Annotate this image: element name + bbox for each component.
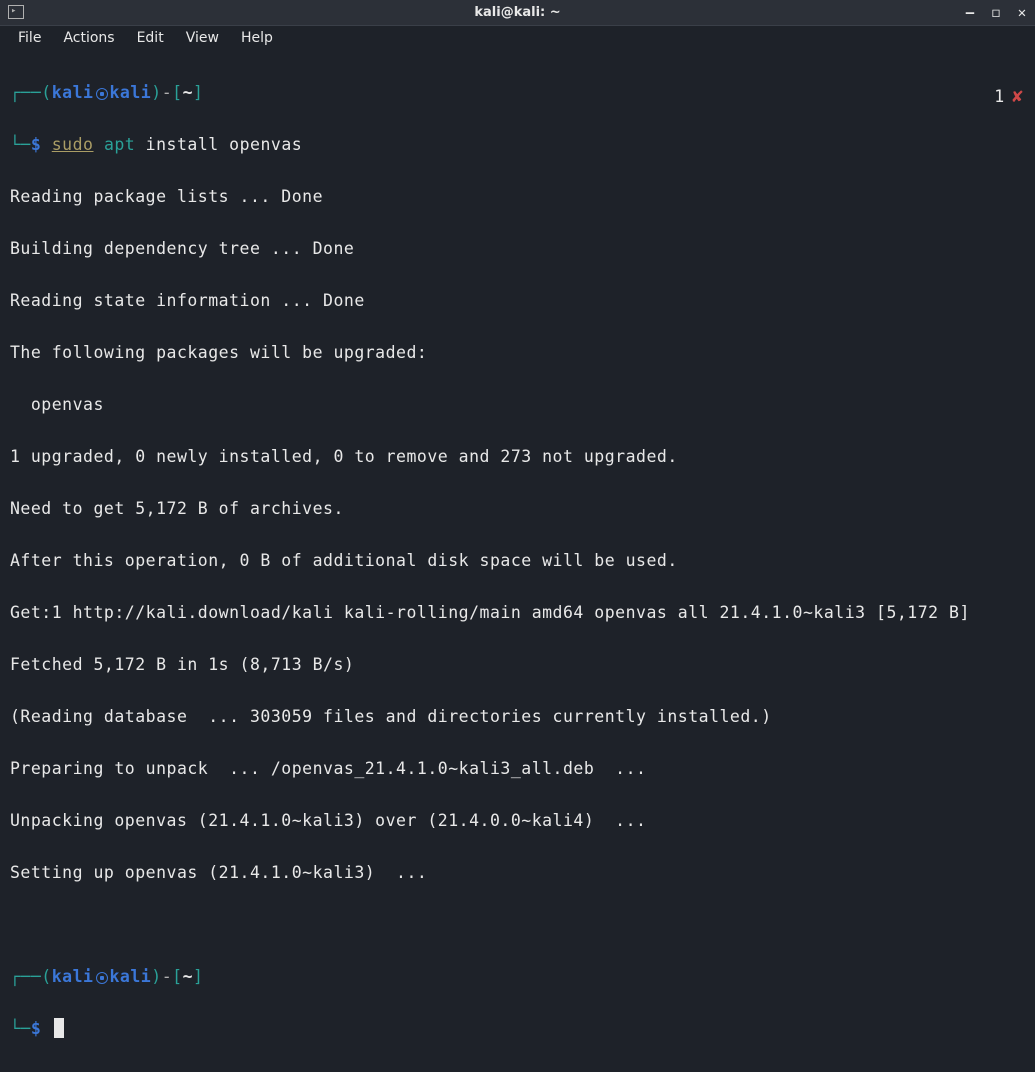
- output-line: Setting up openvas (21.4.1.0~kali3) ...: [10, 860, 1025, 886]
- prompt-row-2: └─$: [10, 1016, 1025, 1042]
- prompt-dash: -: [162, 83, 172, 102]
- prompt-row-2: └─$ sudo apt install openvas: [10, 132, 1025, 158]
- prompt-bracket-open: [: [172, 967, 182, 986]
- output-line: Preparing to unpack ... /openvas_21.4.1.…: [10, 756, 1025, 782]
- kali-logo-icon: [96, 972, 108, 984]
- output-line: After this operation, 0 B of additional …: [10, 548, 1025, 574]
- prompt-bracket-close: ]: [193, 967, 203, 986]
- minimize-button[interactable]: —: [961, 4, 979, 22]
- prompt-path: ~: [183, 967, 193, 986]
- prompt-dash: -: [162, 967, 172, 986]
- close-button[interactable]: ✕: [1013, 4, 1031, 22]
- output-line: Building dependency tree ... Done: [10, 236, 1025, 262]
- window-title: kali@kali: ~: [474, 5, 560, 20]
- prompt-decorator-close: ): [151, 967, 161, 986]
- menu-help[interactable]: Help: [231, 28, 283, 48]
- output-line: Reading state information ... Done: [10, 288, 1025, 314]
- output-line: 1 upgraded, 0 newly installed, 0 to remo…: [10, 444, 1025, 470]
- window-titlebar: kali@kali: ~ — ◻ ✕: [0, 0, 1035, 26]
- menubar: File Actions Edit View Help: [0, 26, 1035, 50]
- command-sudo: sudo: [52, 135, 94, 154]
- output-line: Get:1 http://kali.download/kali kali-rol…: [10, 600, 1025, 626]
- prompt-corner: └─: [10, 1019, 31, 1038]
- output-line: Fetched 5,172 B in 1s (8,713 B/s): [10, 652, 1025, 678]
- kali-logo-icon: [96, 88, 108, 100]
- terminal-app-icon: [8, 5, 24, 19]
- prompt-host: kali: [110, 83, 152, 102]
- menu-edit[interactable]: Edit: [127, 28, 174, 48]
- prompt-decorator-close: ): [151, 83, 161, 102]
- prompt-corner: └─: [10, 135, 31, 154]
- menu-view[interactable]: View: [176, 28, 229, 48]
- status-count: 1: [994, 87, 1004, 106]
- prompt-user: kali: [52, 967, 94, 986]
- prompt-dollar: $: [31, 135, 41, 154]
- prompt-row-1: ┌──(kalikali)-[~]: [10, 964, 1025, 990]
- menu-file[interactable]: File: [8, 28, 51, 48]
- status-indicator: 1 ✘: [994, 86, 1023, 107]
- blank-line: [10, 912, 1025, 938]
- output-line: Reading package lists ... Done: [10, 184, 1025, 210]
- output-line: Unpacking openvas (21.4.1.0~kali3) over …: [10, 808, 1025, 834]
- output-line: (Reading database ... 303059 files and d…: [10, 704, 1025, 730]
- command-args: install openvas: [135, 135, 302, 154]
- terminal-output-area[interactable]: ┌──(kalikali)-[~] └─$ sudo apt install o…: [0, 50, 1035, 1072]
- window-controls: — ◻ ✕: [961, 0, 1031, 26]
- output-line: Need to get 5,172 B of archives.: [10, 496, 1025, 522]
- terminal-cursor: [54, 1018, 64, 1038]
- prompt-decorator: ┌──(: [10, 83, 52, 102]
- prompt-bracket-open: [: [172, 83, 182, 102]
- prompt-row-1: ┌──(kalikali)-[~]: [10, 80, 1025, 106]
- prompt-decorator: ┌──(: [10, 967, 52, 986]
- prompt-dollar: $: [31, 1019, 41, 1038]
- maximize-button[interactable]: ◻: [987, 4, 1005, 22]
- command-apt: apt: [104, 135, 135, 154]
- prompt-user: kali: [52, 83, 94, 102]
- error-x-icon: ✘: [1012, 86, 1023, 107]
- output-line: The following packages will be upgraded:: [10, 340, 1025, 366]
- prompt-bracket-close: ]: [193, 83, 203, 102]
- menu-actions[interactable]: Actions: [53, 28, 124, 48]
- output-line: openvas: [10, 392, 1025, 418]
- prompt-host: kali: [110, 967, 152, 986]
- prompt-path: ~: [183, 83, 193, 102]
